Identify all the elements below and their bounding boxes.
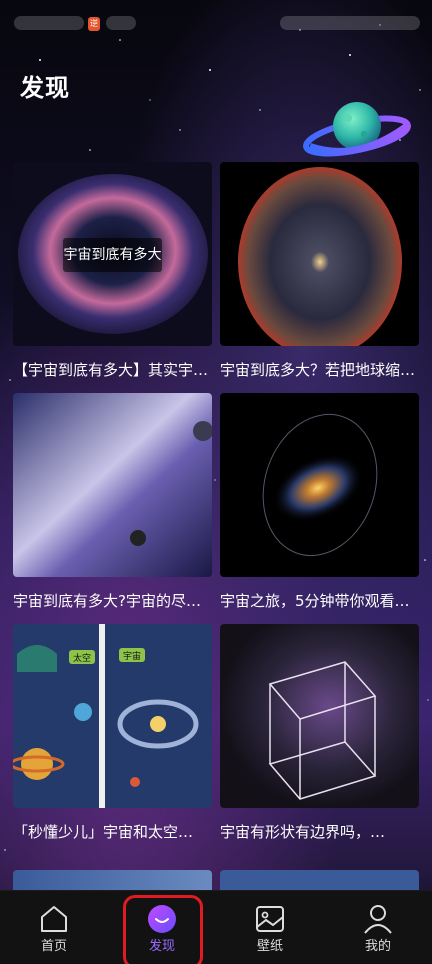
status-time-blurred — [14, 16, 84, 30]
video-card[interactable]: 宇宙到底有多大 【宇宙到底有多大】其实宇宙只有… — [13, 162, 212, 379]
cartoon-space-icon: 太空 宇宙 — [13, 624, 212, 808]
planet-icon — [303, 102, 411, 157]
tab-profile-label: 我的 — [364, 939, 391, 954]
status-icons-blurred — [280, 16, 420, 30]
video-title[interactable]: 宇宙之旅，5分钟带你观看… — [220, 590, 419, 610]
video-thumbnail[interactable]: 太空 宇宙 — [13, 624, 212, 808]
video-title[interactable]: 【宇宙到底有多大】其实宇宙只有… — [13, 359, 212, 379]
tab-profile[interactable]: 我的 — [324, 891, 432, 964]
tab-wallpaper[interactable]: 壁纸 — [216, 891, 324, 964]
next-row-partial — [13, 870, 419, 890]
video-title[interactable]: 宇宙到底有多大?宇宙的尽头… — [13, 590, 212, 610]
home-icon — [41, 906, 67, 932]
video-card[interactable]: 宇宙之旅，5分钟带你观看… — [220, 393, 419, 610]
video-card[interactable]: 太空 宇宙 「秒懂少儿」宇宙和太空… — [13, 624, 212, 841]
video-thumbnail[interactable] — [13, 393, 212, 577]
video-thumbnail[interactable] — [220, 624, 419, 808]
video-thumbnail-partial[interactable] — [13, 870, 212, 890]
tab-wallpaper-label: 壁纸 — [256, 939, 283, 954]
tab-home[interactable]: 首页 — [0, 891, 108, 964]
tab-discover[interactable]: 发现 — [108, 891, 216, 964]
video-thumbnail[interactable]: 宇宙到底有多大 — [13, 162, 212, 346]
nebula-planet-icon — [13, 393, 212, 577]
status-info-blurred — [106, 16, 136, 30]
video-card[interactable]: 宇宙到底多大？若把地球缩小… — [220, 162, 419, 379]
discover-smile-icon — [148, 905, 176, 933]
spiral-galaxy-icon — [220, 393, 419, 577]
tab-home-label: 首页 — [40, 939, 67, 954]
page-title: 发现 — [20, 74, 70, 102]
observable-universe-icon — [220, 162, 419, 346]
cartoon-badge-universe: 宇宙 — [123, 650, 141, 662]
video-card[interactable]: 宇宙有形状有边界吗，… — [220, 624, 419, 841]
video-title[interactable]: 宇宙有形状有边界吗，… — [220, 821, 419, 841]
video-grid: 宇宙到底有多大 【宇宙到底有多大】其实宇宙只有… — [13, 162, 419, 855]
status-app-badge: 逆 — [88, 17, 100, 31]
video-thumbnail[interactable] — [220, 393, 419, 577]
video-title[interactable]: 宇宙到底多大？若把地球缩小… — [220, 359, 419, 379]
cartoon-badge-space: 太空 — [73, 652, 91, 664]
video-card[interactable]: 宇宙到底有多大?宇宙的尽头… — [13, 393, 212, 610]
wallpaper-image-icon — [256, 906, 284, 932]
bottom-tab-bar: 首页 发现 壁纸 我的 — [0, 890, 432, 964]
wireframe-cube-icon — [220, 624, 419, 808]
video-title[interactable]: 「秒懂少儿」宇宙和太空… — [13, 821, 212, 841]
tab-discover-label: 发现 — [148, 939, 175, 954]
thumbnail-overlay-label: 宇宙到底有多大 — [63, 238, 162, 272]
status-bar: 逆 — [0, 0, 432, 50]
profile-person-icon — [364, 905, 392, 934]
video-thumbnail[interactable] — [220, 162, 419, 346]
video-thumbnail-partial[interactable] — [220, 870, 419, 890]
